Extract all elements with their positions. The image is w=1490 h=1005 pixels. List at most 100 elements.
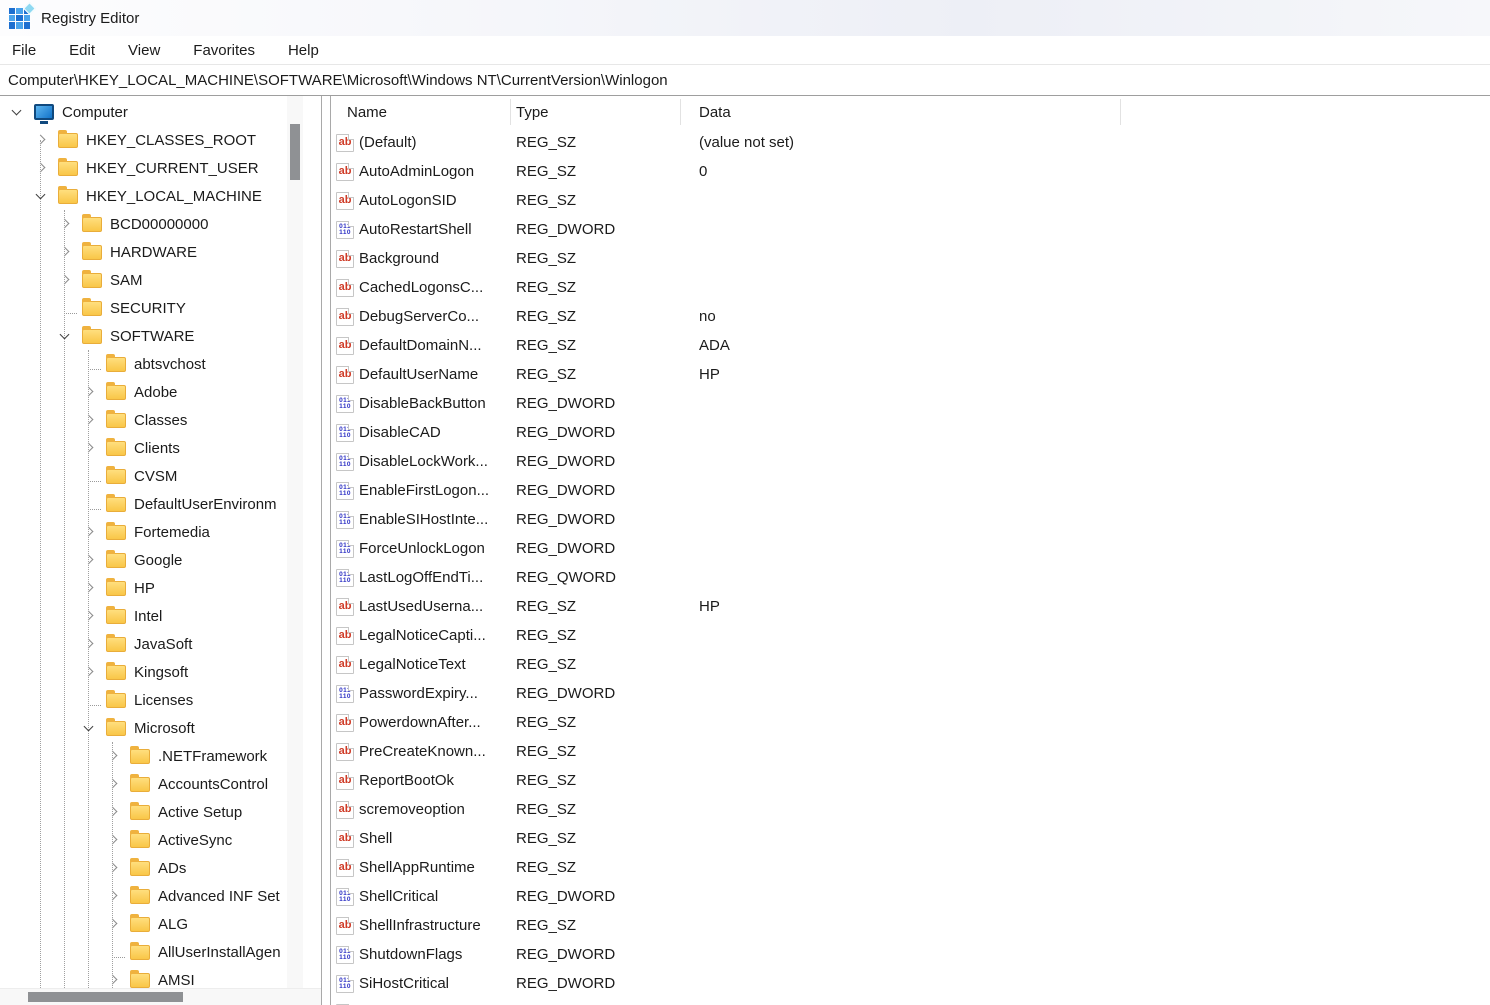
value-row-shell[interactable]: abShellREG_SZ — [331, 824, 1490, 853]
value-row-background[interactable]: abBackgroundREG_SZ — [331, 244, 1490, 273]
value-row-lastuseduserna[interactable]: abLastUsedUserna...REG_SZHP — [331, 592, 1490, 621]
tree-horizontal-scrollbar[interactable] — [0, 988, 322, 1005]
tree-item-microsoft[interactable]: Microsoft — [0, 714, 303, 742]
value-row-debugserverco[interactable]: abDebugServerCo...REG_SZno — [331, 302, 1490, 331]
address-bar-input[interactable]: Computer\HKEY_LOCAL_MACHINE\SOFTWARE\Mic… — [8, 72, 668, 89]
tree-item-activesync[interactable]: ActiveSync — [0, 826, 303, 854]
tree-item-defaultuserenvironm[interactable]: DefaultUserEnvironm — [0, 490, 303, 518]
tree-item-hardware[interactable]: HARDWARE — [0, 238, 303, 266]
tree-item-alg[interactable]: ALG — [0, 910, 303, 938]
tree-vertical-scrollbar[interactable] — [287, 96, 303, 988]
chevron-right-icon[interactable] — [82, 637, 96, 651]
menu-favorites[interactable]: Favorites — [193, 39, 255, 62]
chevron-right-icon[interactable] — [58, 273, 72, 287]
chevron-right-icon[interactable] — [82, 553, 96, 567]
value-row-partial[interactable]: 011110 — [331, 998, 1490, 1005]
tree-item-classes[interactable]: Classes — [0, 406, 303, 434]
value-row-enablefirstlogon[interactable]: 011110EnableFirstLogon...REG_DWORD — [331, 476, 1490, 505]
value-row-precreateknown[interactable]: abPreCreateKnown...REG_SZ — [331, 737, 1490, 766]
tree-item-adobe[interactable]: Adobe — [0, 378, 303, 406]
tree-item-hkey-local-machine[interactable]: HKEY_LOCAL_MACHINE — [0, 182, 303, 210]
tree-item-software[interactable]: SOFTWARE — [0, 322, 303, 350]
chevron-down-icon[interactable] — [82, 721, 96, 735]
column-header-type[interactable]: Type — [511, 99, 681, 125]
value-row-legalnoticetext[interactable]: abLegalNoticeTextREG_SZ — [331, 650, 1490, 679]
value-row-defaultusername[interactable]: abDefaultUserNameREG_SZHP — [331, 360, 1490, 389]
chevron-right-icon[interactable] — [58, 217, 72, 231]
chevron-right-icon[interactable] — [106, 861, 120, 875]
tree-item-cvsm[interactable]: CVSM — [0, 462, 303, 490]
chevron-down-icon[interactable] — [58, 329, 72, 343]
chevron-right-icon[interactable] — [82, 609, 96, 623]
tree-horizontal-scrollbar-thumb[interactable] — [28, 992, 183, 1002]
chevron-right-icon[interactable] — [82, 581, 96, 595]
chevron-right-icon[interactable] — [82, 441, 96, 455]
value-row-shellappruntime[interactable]: abShellAppRuntimeREG_SZ — [331, 853, 1490, 882]
value-row-enablesihostinte[interactable]: 011110EnableSIHostInte...REG_DWORD — [331, 505, 1490, 534]
menu-edit[interactable]: Edit — [69, 39, 95, 62]
tree-item-ads[interactable]: ADs — [0, 854, 303, 882]
chevron-right-icon[interactable] — [34, 133, 48, 147]
value-row-scremoveoption[interactable]: abscremoveoptionREG_SZ — [331, 795, 1490, 824]
tree-item-javasoft[interactable]: JavaSoft — [0, 630, 303, 658]
value-row-shutdownflags[interactable]: 011110ShutdownFlagsREG_DWORD — [331, 940, 1490, 969]
chevron-right-icon[interactable] — [82, 665, 96, 679]
tree-item-computer[interactable]: Computer — [0, 98, 303, 126]
value-row-cachedlogonsc[interactable]: abCachedLogonsC...REG_SZ — [331, 273, 1490, 302]
tree-item-accountscontrol[interactable]: AccountsControl — [0, 770, 303, 798]
tree-vertical-scrollbar-thumb[interactable] — [290, 124, 300, 180]
tree-item-google[interactable]: Google — [0, 546, 303, 574]
tree-item-sam[interactable]: SAM — [0, 266, 303, 294]
value-row-default[interactable]: ab(Default)REG_SZ(value not set) — [331, 128, 1490, 157]
chevron-right-icon[interactable] — [82, 525, 96, 539]
value-row-disablecad[interactable]: 011110DisableCADREG_DWORD — [331, 418, 1490, 447]
chevron-down-icon[interactable] — [34, 189, 48, 203]
value-row-legalnoticecapti[interactable]: abLegalNoticeCapti...REG_SZ — [331, 621, 1490, 650]
value-row-passwordexpiry[interactable]: 011110PasswordExpiry...REG_DWORD — [331, 679, 1490, 708]
tree-item-intel[interactable]: Intel — [0, 602, 303, 630]
menu-view[interactable]: View — [128, 39, 160, 62]
tree-item-alluserinstallagen[interactable]: AllUserInstallAgen — [0, 938, 303, 966]
chevron-right-icon[interactable] — [82, 413, 96, 427]
column-header-data[interactable]: Data — [681, 99, 1121, 125]
chevron-right-icon[interactable] — [82, 385, 96, 399]
menu-help[interactable]: Help — [288, 39, 319, 62]
menu-file[interactable]: File — [12, 39, 36, 62]
chevron-right-icon[interactable] — [106, 917, 120, 931]
chevron-right-icon[interactable] — [58, 245, 72, 259]
pane-splitter[interactable] — [322, 96, 330, 1005]
chevron-right-icon[interactable] — [106, 777, 120, 791]
chevron-right-icon[interactable] — [106, 749, 120, 763]
tree-item-kingsoft[interactable]: Kingsoft — [0, 658, 303, 686]
tree-item-fortemedia[interactable]: Fortemedia — [0, 518, 303, 546]
tree-item-security[interactable]: SECURITY — [0, 294, 303, 322]
chevron-down-icon[interactable] — [10, 105, 24, 119]
tree-item-licenses[interactable]: Licenses — [0, 686, 303, 714]
value-row-autologonsid[interactable]: abAutoLogonSIDREG_SZ — [331, 186, 1490, 215]
chevron-right-icon[interactable] — [106, 805, 120, 819]
tree-item-netframework[interactable]: .NETFramework — [0, 742, 303, 770]
value-row-powerdownafter[interactable]: abPowerdownAfter...REG_SZ — [331, 708, 1490, 737]
tree-item-active-setup[interactable]: Active Setup — [0, 798, 303, 826]
title-bar[interactable]: Registry Editor — [0, 0, 1490, 36]
value-row-disablebackbutton[interactable]: 011110DisableBackButtonREG_DWORD — [331, 389, 1490, 418]
value-row-lastlogoffendti[interactable]: 011110LastLogOffEndTi...REG_QWORD — [331, 563, 1490, 592]
tree-item-clients[interactable]: Clients — [0, 434, 303, 462]
tree-item-abtsvchost[interactable]: abtsvchost — [0, 350, 303, 378]
column-header-name[interactable]: Name — [331, 99, 511, 125]
value-row-defaultdomainn[interactable]: abDefaultDomainN...REG_SZADA — [331, 331, 1490, 360]
tree-item-amsi[interactable]: AMSI — [0, 966, 303, 988]
value-row-shellinfrastructure[interactable]: abShellInfrastructureREG_SZ — [331, 911, 1490, 940]
tree-item-advanced-inf-set[interactable]: Advanced INF Set — [0, 882, 303, 910]
tree-item-hp[interactable]: HP — [0, 574, 303, 602]
value-row-reportbootok[interactable]: abReportBootOkREG_SZ — [331, 766, 1490, 795]
tree-item-hkey-current-user[interactable]: HKEY_CURRENT_USER — [0, 154, 303, 182]
value-row-autoadminlogon[interactable]: abAutoAdminLogonREG_SZ0 — [331, 157, 1490, 186]
value-row-autorestartshell[interactable]: 011110AutoRestartShellREG_DWORD — [331, 215, 1490, 244]
chevron-right-icon[interactable] — [106, 833, 120, 847]
chevron-right-icon[interactable] — [34, 161, 48, 175]
chevron-right-icon[interactable] — [106, 973, 120, 987]
value-row-disablelockwork[interactable]: 011110DisableLockWork...REG_DWORD — [331, 447, 1490, 476]
value-row-shellcritical[interactable]: 011110ShellCriticalREG_DWORD — [331, 882, 1490, 911]
value-row-sihostcritical[interactable]: 011110SiHostCriticalREG_DWORD — [331, 969, 1490, 998]
